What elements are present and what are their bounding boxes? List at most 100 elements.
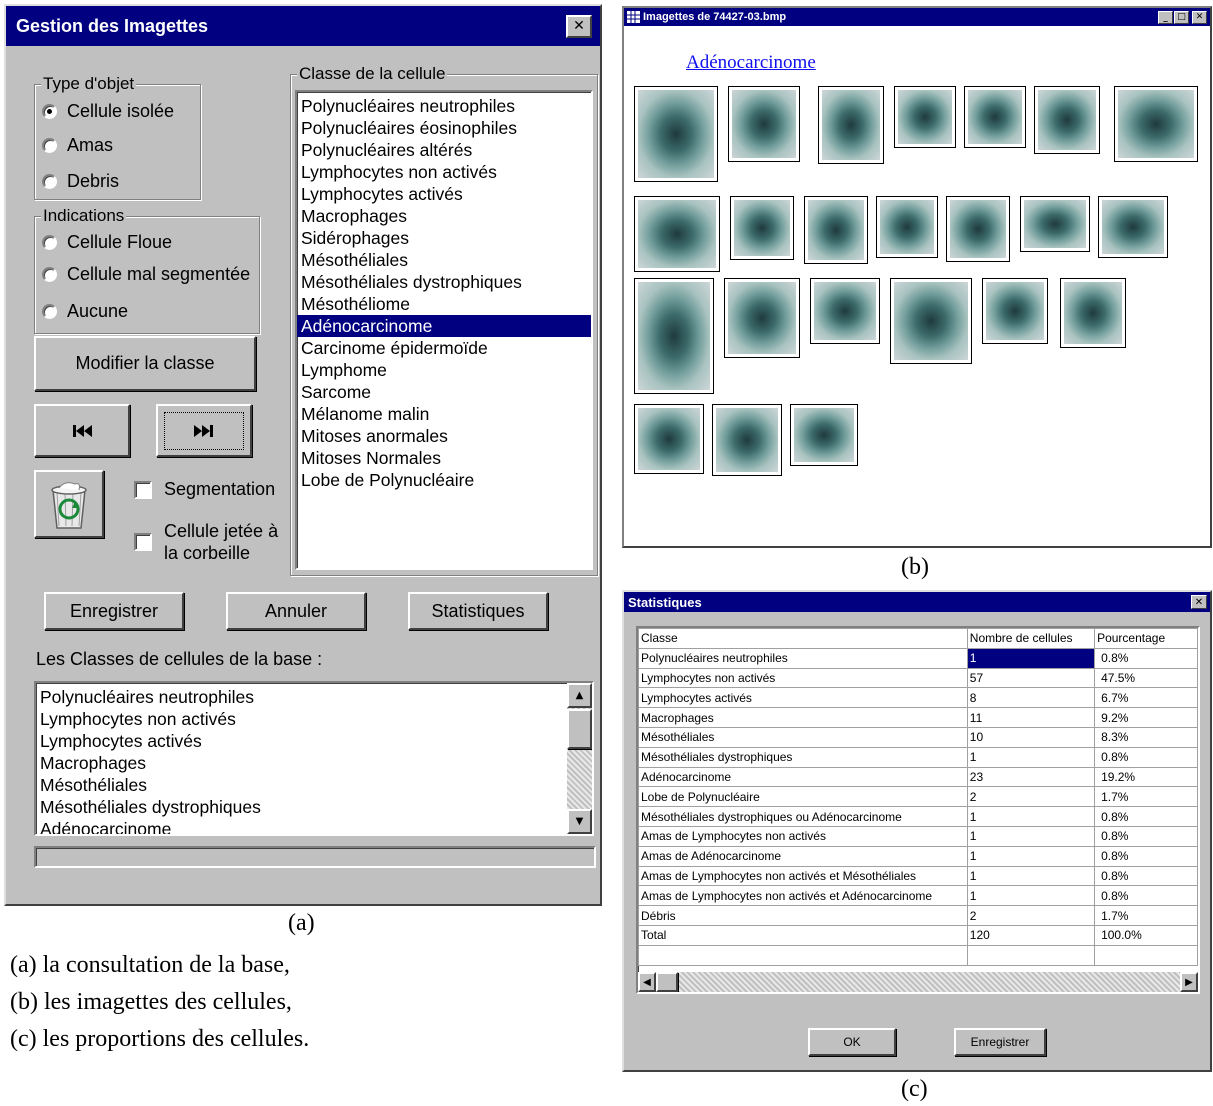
minimize-icon[interactable]: _ bbox=[1158, 10, 1173, 24]
title-group: Imagettes de 74427-03.bmp bbox=[627, 11, 786, 23]
class-list-item[interactable]: Mésothéliales bbox=[297, 249, 591, 271]
window-title: Imagettes de 74427-03.bmp bbox=[643, 11, 787, 23]
statistics-button[interactable]: Statistiques bbox=[408, 592, 548, 630]
table-cell: Total bbox=[638, 924, 968, 946]
cell-image bbox=[880, 200, 934, 254]
scroll-thumb[interactable] bbox=[656, 972, 678, 992]
base-class-list-item[interactable]: Mésothéliales bbox=[36, 774, 592, 796]
cell-thumbnail[interactable] bbox=[724, 278, 800, 358]
stats-grid[interactable]: Classe Nombre de cellules Pourcentage Polyn… bbox=[636, 626, 1200, 994]
cell-thumbnail[interactable] bbox=[712, 404, 782, 476]
scroll-thumb[interactable] bbox=[567, 709, 592, 749]
base-class-list-item[interactable]: Adénocarcinome bbox=[36, 818, 592, 834]
column-header[interactable]: Pourcentage bbox=[1094, 628, 1198, 649]
class-list-item[interactable]: Polynucléaires altérés bbox=[297, 139, 591, 161]
scrollbar[interactable]: ▲ ▼ bbox=[567, 683, 592, 834]
modify-class-button[interactable]: Modifier la classe bbox=[34, 336, 256, 391]
scroll-right-icon[interactable]: ▶ bbox=[1180, 972, 1198, 992]
cell-thumbnail[interactable] bbox=[946, 196, 1010, 262]
scroll-up-icon[interactable]: ▲ bbox=[567, 683, 592, 708]
classe-cellule-label: Classe de la cellule bbox=[297, 64, 448, 84]
base-class-list-item[interactable]: Mésothéliales dystrophiques bbox=[36, 796, 592, 818]
class-list-item[interactable]: Lymphocytes non activés bbox=[297, 161, 591, 183]
radio-debris[interactable]: Debris bbox=[42, 171, 119, 192]
base-class-list-item[interactable]: Lymphocytes non activés bbox=[36, 708, 592, 730]
radio-cellule-floue[interactable]: Cellule Floue bbox=[42, 232, 172, 253]
class-list-item[interactable]: Lobe de Polynucléaire bbox=[297, 469, 591, 491]
save-button[interactable]: Enregistrer bbox=[44, 592, 184, 630]
scroll-down-icon[interactable]: ▼ bbox=[567, 809, 592, 834]
cell-thumbnail[interactable] bbox=[890, 278, 972, 364]
class-list-item[interactable]: Mélanome malin bbox=[297, 403, 591, 425]
segmentation-checkbox[interactable]: Segmentation bbox=[134, 479, 275, 500]
table-row: Polynucléaires neutrophiles 1 0.8% bbox=[638, 647, 1198, 669]
window-title: Gestion des Imagettes bbox=[16, 15, 209, 36]
cell-thumbnail[interactable] bbox=[818, 86, 884, 164]
cell-thumbnail[interactable] bbox=[634, 86, 718, 182]
cell-thumbnail[interactable] bbox=[804, 196, 868, 264]
discarded-checkbox[interactable]: Cellule jetée à la corbeille bbox=[134, 520, 284, 564]
maximize-icon[interactable]: □ bbox=[1174, 10, 1189, 24]
cell-thumbnail[interactable] bbox=[634, 196, 720, 272]
cell-thumbnail[interactable] bbox=[1020, 196, 1090, 252]
cell-thumbnail[interactable] bbox=[982, 278, 1048, 344]
table-row: Amas de Adénocarcinome 1 0.8% bbox=[638, 845, 1198, 867]
class-list-item[interactable]: Mitoses anormales bbox=[297, 425, 591, 447]
scroll-left-icon[interactable]: ◀ bbox=[638, 972, 656, 992]
cell-thumbnail[interactable] bbox=[1034, 86, 1100, 154]
class-list-item[interactable]: Carcinome épidermoïde bbox=[297, 337, 591, 359]
class-list-item[interactable]: Mésothéliome bbox=[297, 293, 591, 315]
base-class-list-item[interactable]: Lymphocytes activés bbox=[36, 730, 592, 752]
cell-thumbnail[interactable] bbox=[730, 196, 794, 260]
class-list-item[interactable]: Mitoses Normales bbox=[297, 447, 591, 469]
radio-label: Cellule Floue bbox=[67, 232, 173, 252]
close-icon[interactable]: ✕ bbox=[1192, 10, 1207, 24]
close-icon[interactable]: ✕ bbox=[1191, 595, 1207, 609]
radio-cellule-isolee[interactable]: Cellule isolée bbox=[42, 101, 174, 122]
first-button[interactable] bbox=[34, 404, 130, 457]
class-list-item[interactable]: Polynucléaires neutrophiles bbox=[297, 95, 591, 117]
class-list-item[interactable]: Lymphome bbox=[297, 359, 591, 381]
class-list-item[interactable]: Sidérophages bbox=[297, 227, 591, 249]
class-listbox[interactable]: Polynucléaires neutrophiles Polynucléaire… bbox=[295, 90, 593, 570]
cell-thumbnail[interactable] bbox=[1098, 196, 1168, 258]
class-list-item[interactable]: Polynucléaires éosinophiles bbox=[297, 117, 591, 139]
cell-thumbnail[interactable] bbox=[634, 404, 704, 474]
class-list-item[interactable]: Lymphocytes activés bbox=[297, 183, 591, 205]
radio-cellule-mal-segmentee[interactable]: Cellule mal segmentée bbox=[42, 264, 250, 285]
cell-thumbnail[interactable] bbox=[728, 86, 800, 162]
base-class-list-item[interactable]: Macrophages bbox=[36, 752, 592, 774]
cell-thumbnail[interactable] bbox=[964, 86, 1026, 148]
cell-thumbnail[interactable] bbox=[790, 404, 858, 466]
column-header[interactable]: Classe bbox=[638, 628, 968, 649]
titlebar: Gestion des Imagettes ✕ bbox=[6, 6, 600, 46]
cell-thumbnail[interactable] bbox=[810, 278, 880, 344]
table-cell: Macrophages bbox=[638, 707, 968, 728]
radio-amas[interactable]: Amas bbox=[42, 135, 113, 156]
class-list-item[interactable]: Mésothéliales dystrophiques bbox=[297, 271, 591, 293]
cell-thumbnail[interactable] bbox=[1114, 86, 1198, 162]
cell-thumbnail[interactable] bbox=[1060, 278, 1126, 348]
base-classes-listbox[interactable]: Polynucléaires neutrophiles Lymphocytes n… bbox=[34, 681, 594, 836]
table-row: Débris 2 1.7% bbox=[638, 905, 1198, 926]
class-list-item[interactable]: Sarcome bbox=[297, 381, 591, 403]
cell-thumbnail[interactable] bbox=[876, 196, 938, 258]
radio-aucune[interactable]: Aucune bbox=[42, 301, 128, 322]
cell-thumbnail[interactable] bbox=[894, 86, 956, 148]
table-cell: 47.5% bbox=[1094, 667, 1198, 689]
heading-link[interactable]: Adénocarcinome bbox=[686, 52, 816, 74]
class-list-item[interactable]: Macrophages bbox=[297, 205, 591, 227]
cell-thumbnail[interactable] bbox=[634, 278, 714, 394]
save-button[interactable]: Enregistrer bbox=[954, 1028, 1046, 1056]
horizontal-scrollbar[interactable]: ◀ ▶ bbox=[638, 972, 1198, 992]
table-cell: Mésothéliales dystrophiques ou Adénocarc… bbox=[638, 806, 968, 827]
ok-button[interactable]: OK bbox=[808, 1028, 896, 1056]
column-header[interactable]: Nombre de cellules bbox=[966, 628, 1096, 649]
window-imagettes: Imagettes de 74427-03.bmp _ □ ✕ Adénocar… bbox=[622, 6, 1212, 548]
class-list-item[interactable]: Adénocarcinome bbox=[297, 315, 591, 337]
trash-button[interactable] bbox=[34, 470, 104, 538]
close-icon[interactable]: ✕ bbox=[566, 14, 592, 38]
base-class-list-item[interactable]: Polynucléaires neutrophiles bbox=[36, 686, 592, 708]
cancel-button[interactable]: Annuler bbox=[226, 592, 366, 630]
last-button[interactable] bbox=[156, 404, 252, 457]
